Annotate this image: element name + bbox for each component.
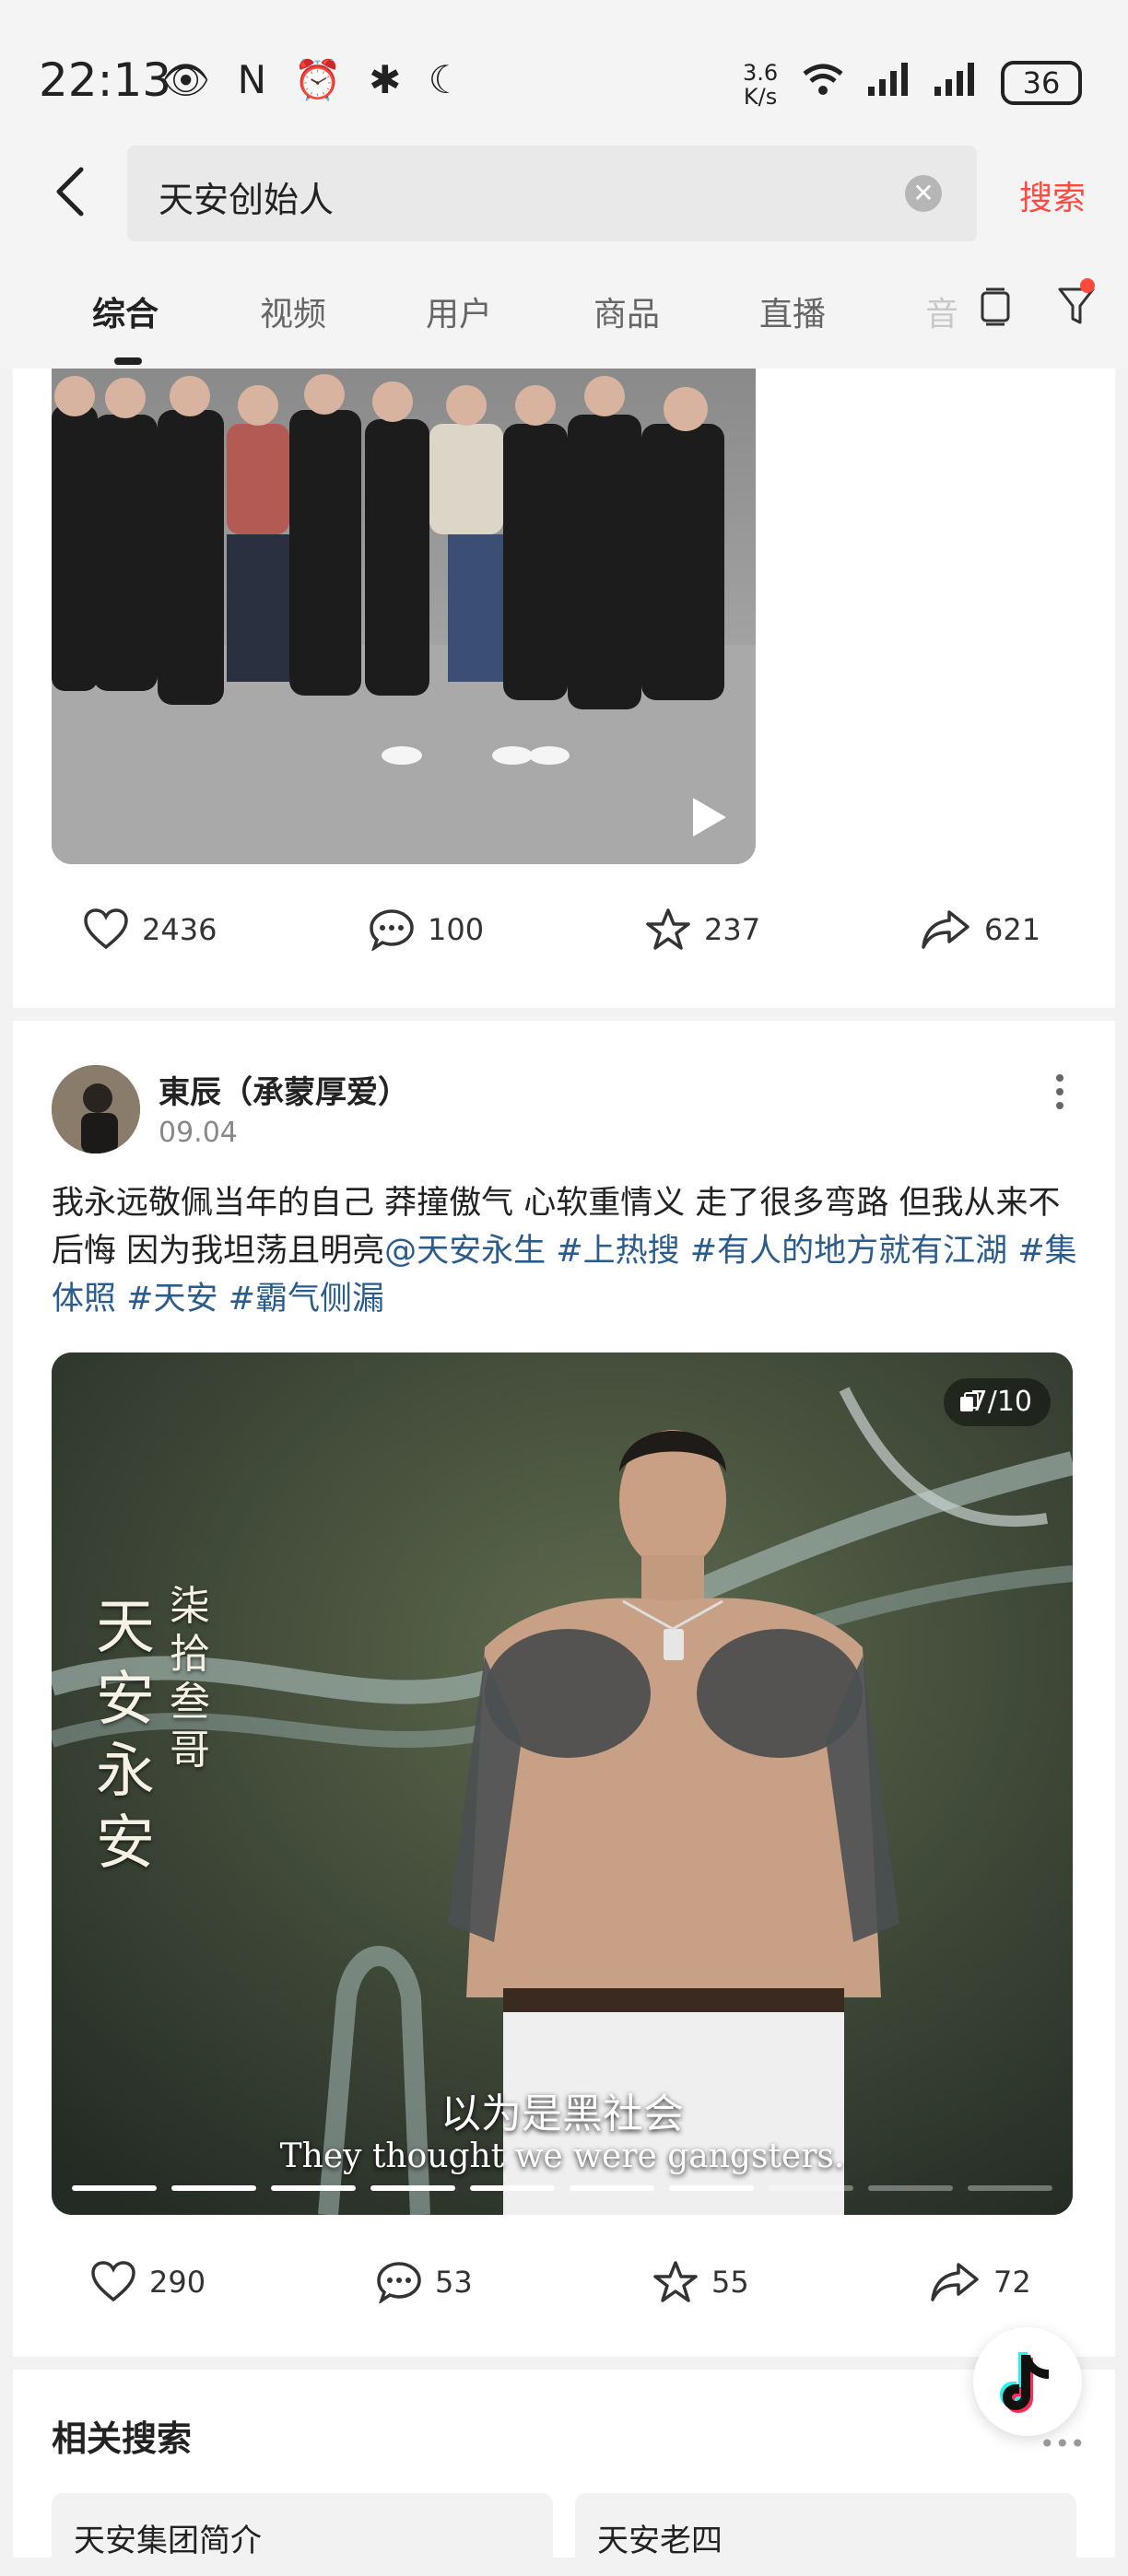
comment-count: 100 [428,912,485,947]
status-time: 22:13 [39,53,172,107]
post-1-actions: 2436 100 237 621 [13,897,1115,962]
comment-button[interactable]: 100 [369,897,484,962]
avatar[interactable] [52,1065,140,1153]
hashtag-link[interactable]: #上热搜 [556,1233,679,1270]
share-count: 621 [984,912,1041,947]
tab-live[interactable]: 直播 [759,287,826,335]
hashtag-link[interactable]: #有人的地方就有江湖 [690,1233,1007,1270]
comment-button[interactable]: 53 [376,2250,473,2314]
post-card-2: 東辰（承蒙厚爱） 09.04 我永远敬佩当年的自己 莽撞傲气 心软重情义 走了很… [13,1021,1115,2357]
progress-segment [470,2185,555,2191]
comment-count: 53 [435,2265,473,2300]
search-header: 天安创始人 ✕ 搜索 [0,138,1128,249]
hashtag-link[interactable]: #天安 [126,1281,217,1317]
related-search-item[interactable]: 天安老四 [575,2493,1076,2576]
group-photo-image [52,369,756,864]
carousel-progress [72,2185,1052,2191]
subtitle-english: They thought we were gangsters. [279,2137,845,2175]
progress-segment [669,2185,754,2191]
screen-mode-icon[interactable] [979,287,1012,326]
related-searches-card: 相关搜索 天安集团简介 天安老四 [13,2370,1115,2576]
progress-segment [868,2185,953,2191]
more-options-icon[interactable] [1054,1069,1065,1115]
search-input[interactable]: 天安创始人 [159,171,859,222]
related-search-label: 天安集团简介 [74,2523,262,2559]
network-speed: 3.6 K/s [743,61,778,109]
status-bar: 22:13 👁 N ⏰ ✱ ☾ 3.6 K/s 36 [0,0,1128,138]
clear-search-button[interactable]: ✕ [905,175,942,212]
favorite-button[interactable]: 55 [652,2250,749,2314]
related-searches-title: 相关搜索 [52,2418,193,2459]
tab-video[interactable]: 视频 [260,287,326,335]
status-indicator-icons: 👁 N ⏰ ✱ ☾ [161,57,471,102]
hashtag-link[interactable]: #霸气侧漏 [229,1281,384,1317]
author-name[interactable]: 東辰（承蒙厚爱） [159,1067,409,1112]
video-thumbnail[interactable] [52,369,756,864]
related-search-label: 天安老四 [597,2523,723,2559]
subtitle-chinese: 以为是黑社会 [441,2090,684,2137]
search-button[interactable]: 搜索 [1019,171,1086,219]
progress-segment [72,2185,157,2191]
more-dots-icon: ••• [1040,2429,1086,2459]
share-icon [931,2263,979,2301]
post-2-actions: 290 53 55 72 [13,2250,1115,2314]
like-button[interactable]: 290 [90,2250,206,2314]
multi-image-icon [960,1392,979,1411]
comment-icon [377,2262,421,2303]
favorite-count: 55 [711,2265,749,2300]
tab-music[interactable]: 音 [925,287,958,335]
tab-products[interactable]: 商品 [593,287,660,335]
post-text: 我永远敬佩当年的自己 莽撞傲气 心软重情义 走了很多弯路 但我从来不后悔 因为我… [52,1179,1084,1323]
post-image-carousel[interactable]: 7/10 天安永安 柒拾叁哥 以为是黑社会 They thought we we… [52,1352,1073,2215]
like-count: 290 [149,2265,206,2300]
back-arrow-icon[interactable] [46,164,101,219]
filter-notification-dot [1080,278,1095,293]
floating-app-button[interactable] [973,2327,1082,2436]
progress-segment [570,2185,654,2191]
favorite-count: 237 [704,912,761,947]
battery-icon: 36 [1001,61,1082,105]
douyin-logo-icon [1000,2352,1049,2413]
share-button[interactable]: 621 [920,897,1040,962]
search-box[interactable]: 天安创始人 ✕ [127,146,977,241]
comment-icon [370,909,414,951]
network-speed-unit: K/s [743,84,778,110]
favorite-button[interactable]: 237 [645,897,760,962]
heart-icon [91,2261,135,2302]
like-button[interactable]: 2436 [83,897,217,962]
network-speed-value: 3.6 [743,60,779,86]
like-count: 2436 [142,912,217,947]
star-icon [646,908,690,950]
share-button[interactable]: 72 [929,2250,1031,2314]
wifi-icon [803,64,843,95]
post-date: 09.04 [159,1117,238,1149]
progress-segment [769,2185,853,2191]
calligraphy-side-text: 柒拾叁哥 [170,1583,210,1774]
active-tab-indicator [114,357,142,365]
cellular-signal-icon [868,63,908,96]
progress-segment [171,2185,256,2191]
mention-link[interactable]: @天安永生 [384,1233,546,1270]
share-icon [922,910,969,949]
progress-segment [968,2185,1052,2191]
progress-segment [370,2185,455,2191]
play-icon[interactable] [689,794,730,840]
page-indicator: 7/10 [944,1378,1051,1426]
cellular-signal-icon-2 [934,63,974,96]
heart-icon [84,908,128,950]
tab-users[interactable]: 用户 [426,287,492,335]
filter-tabs: 综合 视频 用户 商品 直播 音 [0,249,1128,369]
post-card-1: 2436 100 237 621 [13,369,1115,1008]
share-count: 72 [993,2265,1031,2300]
tab-comprehensive[interactable]: 综合 [92,287,159,335]
star-icon [653,2261,698,2302]
calligraphy-main-text: 天安永安 [96,1594,155,1878]
related-search-item[interactable]: 天安集团简介 [52,2493,553,2576]
progress-segment [271,2185,356,2191]
